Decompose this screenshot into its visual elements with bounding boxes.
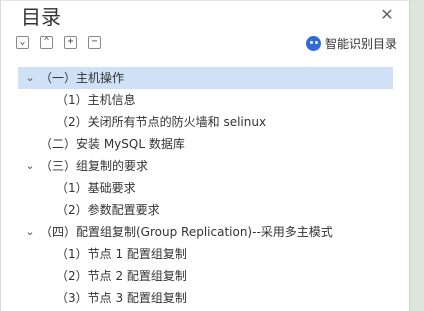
- toc-item[interactable]: （1）主机信息: [18, 89, 393, 111]
- chevron-down-icon[interactable]: ⌄: [23, 155, 37, 177]
- add-heading-icon[interactable]: +: [64, 36, 77, 49]
- toc-item[interactable]: （1）节点 1 配置组复制: [18, 243, 393, 265]
- toc-item-label: （四）配置组复制(Group Replication)--采用多主模式: [40, 225, 333, 239]
- toc-item[interactable]: ⌄ （一）主机操作: [18, 67, 393, 89]
- toc-item-label: （1）基础要求: [56, 181, 136, 195]
- toc-item-label: （1）主机信息: [56, 93, 136, 107]
- toc-item-label: （三）组复制的要求: [40, 159, 149, 173]
- toc-item-label: （1）节点 1 配置组复制: [56, 247, 187, 261]
- toc-item[interactable]: （2）关闭所有节点的防火墙和 selinux: [18, 111, 393, 133]
- toc-item-label: （2）关闭所有节点的防火墙和 selinux: [56, 115, 267, 129]
- chevron-down-icon[interactable]: ⌄: [23, 67, 37, 89]
- smart-toc-label: 智能识别目录: [325, 36, 398, 51]
- expand-all-icon[interactable]: ⌄: [16, 36, 29, 49]
- ai-assistant-icon: [306, 35, 321, 51]
- chevron-down-icon[interactable]: ⌄: [23, 221, 37, 243]
- toc-panel: 目录 ✕ ⌄ ⌃ + − 智能识别目录 ⌄ （一）主机操作 （1）主机信息 （2）关闭…: [0, 0, 409, 311]
- toc-item-label: （一）主机操作: [40, 71, 125, 85]
- collapse-all-icon[interactable]: ⌃: [40, 36, 53, 49]
- toc-item[interactable]: ⌄ （三）组复制的要求: [18, 155, 393, 177]
- toc-item[interactable]: （3）节点 3 配置组复制: [18, 287, 393, 309]
- toc-item[interactable]: ⌄ （四）配置组复制(Group Replication)--采用多主模式: [18, 221, 393, 243]
- toc-item-label: （二）安装 MySQL 数据库: [40, 137, 185, 151]
- close-icon[interactable]: ✕: [378, 6, 396, 24]
- smart-toc-button[interactable]: 智能识别目录: [306, 34, 397, 52]
- toc-item-label: （2）参数配置要求: [56, 203, 160, 217]
- panel-title: 目录: [21, 5, 61, 29]
- remove-heading-icon[interactable]: −: [88, 36, 101, 49]
- toc-item-label: （3）节点 3 配置组复制: [56, 291, 187, 305]
- toc-item-label: （2）节点 2 配置组复制: [56, 269, 187, 283]
- toc-item[interactable]: （2）参数配置要求: [18, 199, 393, 221]
- document-edge: [409, 0, 424, 311]
- toc-item[interactable]: （2）节点 2 配置组复制: [18, 265, 393, 287]
- toc-item[interactable]: （二）安装 MySQL 数据库: [18, 133, 393, 155]
- toc-item[interactable]: （1）基础要求: [18, 177, 393, 199]
